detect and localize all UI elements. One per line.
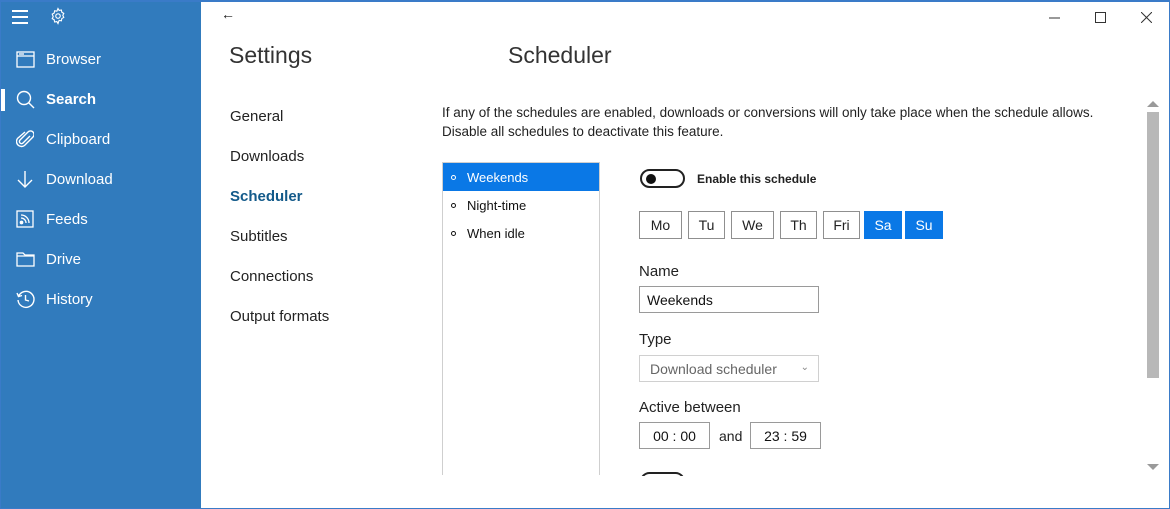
category-scheduler[interactable]: Scheduler: [230, 188, 303, 205]
sidebar-item-browser[interactable]: Browser: [1, 39, 201, 79]
maximize-button[interactable]: [1077, 4, 1123, 30]
sidebar-item-label: Drive: [46, 250, 82, 268]
end-time-input[interactable]: 23 : 59: [750, 422, 821, 449]
search-icon: [15, 89, 35, 109]
active-between-label: Active between: [639, 399, 741, 416]
page-title: Scheduler: [508, 42, 612, 68]
schedule-list: Weekends Night-time When idle: [442, 162, 600, 475]
sidebar-item-clipboard[interactable]: Clipboard: [1, 119, 201, 159]
day-button-su[interactable]: Su: [905, 211, 943, 239]
sidebar-item-label: Search: [46, 90, 97, 108]
bullet-icon: [451, 202, 456, 208]
schedule-item-weekends[interactable]: Weekends: [443, 163, 599, 191]
type-dropdown-value: Download scheduler: [650, 360, 777, 377]
day-button-fri[interactable]: Fri: [823, 211, 860, 239]
sidebar-item-label: Feeds: [46, 210, 88, 228]
settings-heading: Settings: [229, 42, 313, 68]
browser-window-icon: [15, 49, 35, 69]
sidebar-item-download[interactable]: Download: [1, 159, 201, 199]
schedule-item-label: Weekends: [467, 169, 529, 185]
scrollbar-thumb[interactable]: [1147, 112, 1159, 378]
folder-icon: [15, 249, 35, 269]
day-button-we[interactable]: We: [731, 211, 774, 239]
scroll-up-icon[interactable]: [1147, 101, 1159, 107]
vertical-scrollbar[interactable]: [1146, 98, 1160, 478]
close-button[interactable]: [1123, 4, 1169, 30]
sidebar-top: [1, 6, 201, 30]
paperclip-icon: [15, 129, 35, 149]
sidebar-item-feeds[interactable]: Feeds: [1, 199, 201, 239]
rss-feed-icon: [15, 209, 35, 229]
back-arrow-icon[interactable]: ←: [221, 6, 237, 22]
sidebar-item-label: History: [46, 290, 93, 308]
category-subtitles[interactable]: Subtitles: [230, 228, 288, 245]
category-output-formats[interactable]: Output formats: [230, 308, 329, 325]
and-label: and: [719, 428, 743, 444]
schedule-item-label: When idle: [467, 225, 525, 241]
schedule-item-when-idle[interactable]: When idle: [443, 219, 599, 247]
sidebar: Browser Search Clipboard Download Feeds: [1, 2, 201, 508]
sidebar-item-search[interactable]: Search: [1, 79, 201, 119]
next-toggle-partial[interactable]: [640, 472, 685, 476]
minimize-icon: [1048, 17, 1060, 18]
day-button-th[interactable]: Th: [780, 211, 817, 239]
sidebar-item-label: Clipboard: [46, 130, 111, 148]
close-icon: [1140, 11, 1152, 23]
day-selector: Mo Tu We Th Fri Sa Su: [639, 211, 943, 239]
sidebar-item-drive[interactable]: Drive: [1, 239, 201, 279]
type-dropdown[interactable]: Download scheduler ⌄: [639, 355, 819, 382]
maximize-icon: [1094, 11, 1106, 23]
bullet-icon: [451, 230, 456, 236]
category-general[interactable]: General: [230, 108, 283, 125]
history-icon: [15, 289, 35, 309]
day-button-sa[interactable]: Sa: [864, 211, 902, 239]
gear-icon[interactable]: [49, 7, 67, 25]
toggle-knob: [646, 174, 656, 184]
description-line-2: Disable all schedules to deactivate this…: [442, 124, 724, 139]
day-button-mo[interactable]: Mo: [639, 211, 682, 239]
description-line-1: If any of the schedules are enabled, dow…: [442, 105, 1094, 120]
name-label: Name: [639, 263, 680, 280]
scheduler-description: If any of the schedules are enabled, dow…: [442, 103, 1132, 141]
enable-schedule-toggle[interactable]: [640, 169, 685, 188]
sidebar-item-history[interactable]: History: [1, 279, 201, 319]
type-label: Type: [639, 331, 672, 348]
hamburger-menu-icon[interactable]: [12, 10, 28, 24]
day-button-tu[interactable]: Tu: [688, 211, 725, 239]
scroll-down-icon[interactable]: [1147, 464, 1159, 470]
sidebar-item-label: Browser: [46, 50, 102, 68]
start-time-input[interactable]: 00 : 00: [639, 422, 710, 449]
schedule-item-night-time[interactable]: Night-time: [443, 191, 599, 219]
enable-schedule-label: Enable this schedule: [697, 172, 817, 186]
app-window: Browser Search Clipboard Download Feeds: [0, 0, 1170, 509]
schedule-item-label: Night-time: [467, 197, 527, 213]
category-downloads[interactable]: Downloads: [230, 148, 304, 165]
download-arrow-icon: [15, 169, 35, 189]
name-input[interactable]: Weekends: [639, 286, 819, 313]
sidebar-item-label: Download: [46, 170, 113, 188]
minimize-button[interactable]: [1031, 4, 1077, 30]
chevron-down-icon: ⌄: [800, 362, 809, 373]
bullet-icon: [451, 174, 456, 180]
category-connections[interactable]: Connections: [230, 268, 313, 285]
